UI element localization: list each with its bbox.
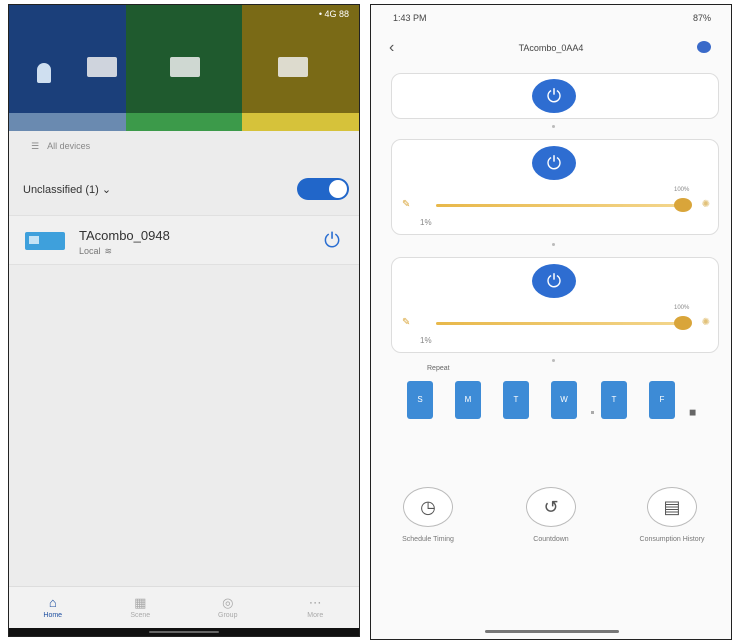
repeat-label: Repeat (427, 365, 450, 372)
day-button[interactable]: S (407, 381, 433, 419)
left-phone-screen: • 4G 88 ☰ All devices Unclassified (1) ⌄… (8, 4, 360, 637)
nav-home[interactable]: ⌂ Home (9, 587, 97, 628)
home-indicator (485, 630, 619, 633)
settings-icon[interactable] (697, 41, 711, 53)
action-label: Schedule Timing (402, 536, 454, 543)
countdown-action[interactable]: ↺ Countdown (516, 487, 586, 544)
slider-track (436, 322, 676, 325)
day-button[interactable]: F (649, 381, 675, 419)
device-status: Local (79, 246, 101, 256)
action-label: Consumption History (639, 536, 705, 543)
more-days-icon[interactable]: ◼ (689, 407, 696, 418)
more-icon: ⋯ (308, 595, 322, 610)
channel-2-power-button[interactable]: ⏻ (532, 264, 576, 298)
connector-dot (552, 125, 555, 128)
group-label: Unclassified (1) (23, 183, 99, 196)
slider-min-label: 1% (420, 336, 432, 345)
gesture-bar (9, 628, 359, 636)
schedule-timing-action[interactable]: ◷ Schedule Timing (393, 487, 463, 544)
channel-2-card: ⏻ ✎ ✺ 100% 1% (391, 257, 719, 353)
status-battery: 87% (692, 13, 711, 23)
master-power-button[interactable]: ⏻ (532, 79, 576, 113)
history-icon: ▤ (647, 487, 697, 527)
bulb-bright-icon: ✺ (701, 199, 710, 210)
home-icon: ⌂ (48, 595, 57, 610)
master-power-card: ⏻ (391, 73, 719, 119)
day-selector: S M T W T F ◼ (407, 381, 717, 421)
day-button[interactable]: T (601, 381, 627, 419)
device-card[interactable]: TAcombo_0948 Local ≋ ⏻ (9, 215, 359, 265)
action-row: ◷ Schedule Timing ↺ Countdown ▤ Consumpt… (371, 487, 731, 567)
connector-dot (552, 359, 555, 362)
list-icon: ☰ (31, 141, 40, 151)
group-dropdown[interactable]: Unclassified (1) ⌄ (23, 183, 111, 196)
action-label: Countdown (533, 536, 569, 543)
bulb-dim-icon: ✎ (402, 199, 411, 210)
group-row: Unclassified (1) ⌄ (23, 177, 349, 201)
device-count-label: All devices (47, 141, 91, 151)
bottom-nav: ⌂ Home ▦ Scene ◎ Group ⋯ More (9, 586, 359, 628)
day-separator (591, 411, 594, 414)
banner-stripe (9, 113, 359, 131)
tv-icon (278, 57, 309, 77)
wifi-icon: ≋ (104, 246, 113, 256)
device-name: TAcombo_0948 (79, 228, 170, 243)
chevron-down-icon: ⌄ (101, 183, 112, 196)
tv-icon (87, 57, 117, 77)
device-status-row: Local ≋ (79, 246, 112, 257)
lamp-icon (37, 63, 51, 83)
nav-group[interactable]: ◎ Group (184, 587, 272, 628)
channel-2-slider[interactable]: ✎ ✺ (402, 316, 710, 330)
bulb-bright-icon: ✺ (701, 317, 710, 328)
device-thumbnail (25, 232, 65, 250)
nav-label-scene: Scene (130, 612, 151, 619)
channel-1-power-button[interactable]: ⏻ (532, 146, 576, 180)
right-phone-screen: 1:43 PM 87% ‹ TAcombo_0AA4 ⏻ ⏻ ✎ ✺ 100% … (370, 4, 732, 640)
nav-more[interactable]: ⋯ More (272, 587, 360, 628)
slider-max-label: 100% (674, 187, 690, 193)
channel-1-slider[interactable]: ✎ ✺ (402, 198, 710, 212)
slider-min-label: 1% (420, 218, 432, 227)
slider-max-label: 100% (674, 305, 690, 311)
tv-icon (169, 57, 200, 77)
connector-dot (552, 243, 555, 246)
power-icon[interactable]: ⏻ (321, 230, 343, 252)
bulb-dim-icon: ✎ (402, 317, 411, 328)
toggle-knob (329, 180, 347, 198)
group-toggle[interactable] (297, 178, 349, 200)
scene-icon: ▦ (134, 595, 147, 610)
nav-label-group: Group (218, 612, 238, 619)
status-time: 1:43 PM (393, 13, 427, 23)
slider-track (436, 204, 676, 207)
nav-label-more: More (307, 612, 324, 619)
clock-icon: ◷ (403, 487, 453, 527)
day-button[interactable]: W (551, 381, 577, 419)
group-icon: ◎ (222, 595, 234, 610)
nav-label-home: Home (43, 612, 63, 619)
page-title: TAcombo_0AA4 (518, 43, 584, 53)
slider-thumb[interactable] (674, 198, 692, 212)
day-button[interactable]: M (455, 381, 481, 419)
slider-thumb[interactable] (674, 316, 692, 330)
status-bar-right: • 4G 88 (318, 9, 349, 19)
channel-1-card: ⏻ ✎ ✺ 100% 1% (391, 139, 719, 235)
consumption-history-action[interactable]: ▤ Consumption History (637, 487, 707, 544)
day-button[interactable]: T (503, 381, 529, 419)
nav-scene[interactable]: ▦ Scene (97, 587, 185, 628)
countdown-icon: ↺ (526, 487, 576, 527)
device-count-row: ☰ All devices (31, 141, 90, 152)
detail-header: ‹ TAcombo_0AA4 (371, 37, 731, 61)
